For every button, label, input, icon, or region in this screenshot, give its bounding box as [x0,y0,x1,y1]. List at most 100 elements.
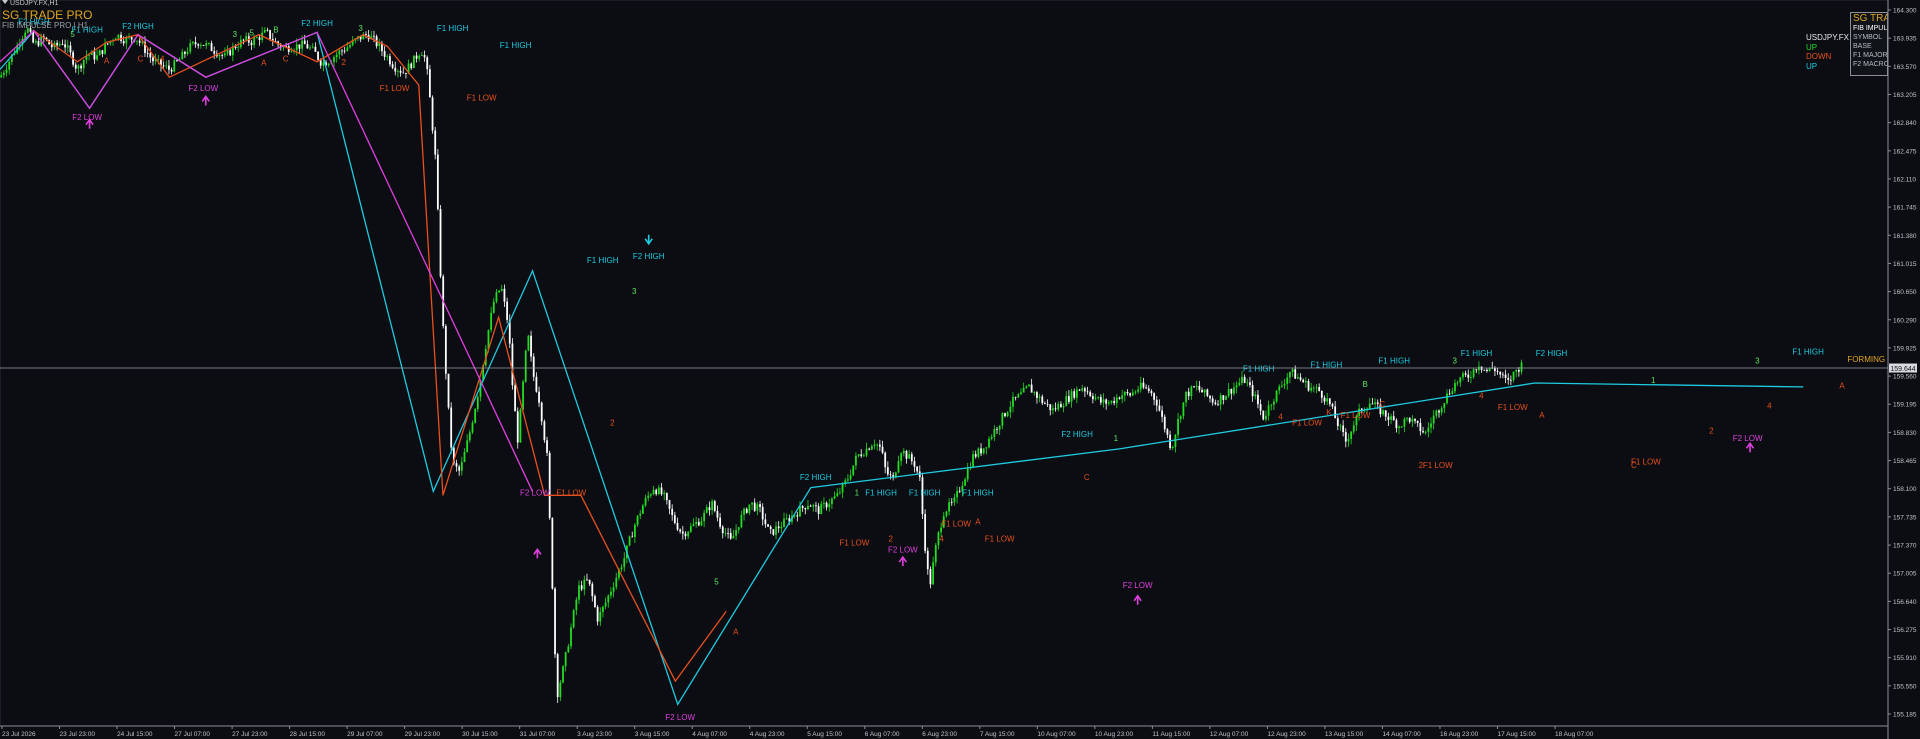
bull-candle [1022,387,1025,393]
bear-candle [1166,429,1169,435]
price-chart[interactable]: F2 HIGH F1 HIGH F2 HIGH F2 HIGH F1 HIGH F1 HI… [0,0,1920,739]
bear-candle [106,43,109,45]
bull-candle [1312,387,1315,389]
bear-candle [1507,377,1510,380]
time-tick-label: 28 Jul 15:00 [290,731,326,738]
bear-candle [1129,393,1132,396]
bull-candle [471,422,474,433]
indicator-subtitle: FIB IMPULSE PRO | H1 [2,21,89,30]
bull-candle [620,567,623,570]
bear-candle [1243,376,1246,383]
bull-candle [1123,392,1126,396]
bear-candle [1501,374,1504,376]
symbol-line[interactable]: USDJPY.FX,H1 [2,0,92,8]
bull-candle [852,465,855,476]
bull-candle [463,451,466,462]
bear-candle [1509,379,1512,381]
bull-candle [628,536,631,546]
bear-candle [1323,397,1326,402]
info-panel[interactable]: SG TRA FIB IMPULS SYMBOL BASE F1 MAJOR F… [1850,12,1888,76]
bear-candle [889,474,892,476]
wave-count-label: 5 [70,30,75,39]
time-tick-label: 4 Aug 23:00 [750,731,785,738]
bull-candle [397,70,399,72]
bull-candle [522,381,524,410]
collapse-triangle-icon[interactable] [2,0,8,4]
bear-candle [1318,387,1321,391]
bear-candle [729,533,732,539]
bull-candle [948,502,950,512]
bull-candle [495,292,498,302]
bull-candle [908,454,911,459]
bull-candle [1350,431,1353,439]
wave-count-label: C [283,55,289,64]
bull-candle [327,63,330,66]
bull-candle [836,492,839,497]
swing-label: F1 LOW [1341,411,1371,420]
bull-candle [1374,402,1376,405]
bear-candle [974,454,977,457]
bull-candle [602,606,604,613]
bear-candle [184,51,186,54]
plot-border [0,0,1889,727]
bear-candle [1259,404,1262,411]
bear-candle [32,31,35,43]
bull-candle [1456,382,1459,384]
bear-candle [1161,410,1163,417]
bull-candle [870,446,873,450]
bear-candle [958,490,961,492]
time-axis[interactable]: 23 Jul 2026 23 Jul 23:00 24 Jul 15:00 27 Ju… [1,726,1594,738]
bear-candle [439,209,442,277]
bull-candle [1131,392,1134,396]
bear-candle [886,467,889,475]
price-tick-label: 156.275 [1893,627,1917,634]
wave-count-label: 3 [1755,357,1760,366]
price-tick-label: 160.650 [1893,289,1917,296]
bull-candle [990,436,993,439]
bull-candle [932,562,935,585]
legend-row-label: UP [1806,42,1818,52]
bull-candle [125,37,128,44]
swing-label: FORMING [1847,355,1885,364]
bull-candle [833,496,836,499]
swing-label: F2 LOW [72,113,102,122]
bear-candle [269,30,272,40]
bull-candle [460,461,463,471]
bear-candle [668,500,671,509]
bear-candle [138,40,141,43]
wave-count-label: 4 [1479,392,1484,401]
bull-candle [333,57,335,63]
bull-candle [207,43,210,44]
bull-candle [1278,386,1281,391]
bull-candle [1515,370,1518,372]
bull-candle [1075,389,1078,398]
bull-candle [748,504,751,513]
price-axis[interactable]: 164.300 163.935 163.570 163.205 162.840 162.4… [1888,8,1917,719]
bull-candle [780,526,783,529]
bull-candle [311,46,314,48]
bear-candle [1307,380,1310,391]
bear-candle [1004,413,1006,417]
chart-window[interactable]: F2 HIGH F1 HIGH F2 HIGH F2 HIGH F1 HIGH F1 HI… [0,0,1920,739]
price-tick-label: 163.935 [1893,36,1917,43]
bear-candle [1467,374,1470,378]
bull-candle [820,503,823,515]
arrow-down-icon [644,234,653,246]
info-panel-row: FIB IMPULS [1853,25,1888,32]
wave-count-label: 4 [939,535,944,544]
wave-count-label: C [1379,400,1385,409]
bull-candle [1179,416,1182,420]
bull-candle [583,579,586,590]
time-tick-label: 6 Aug 23:00 [922,731,957,738]
bull-candle [186,51,189,54]
bull-candle [1190,386,1193,397]
bull-candle [1219,395,1222,405]
wave-count-label: 1 [1651,376,1656,385]
wave-count-label: C [137,55,143,64]
bull-candle [157,58,160,60]
bear-candle [37,40,40,46]
bull-candle [1121,395,1124,399]
time-tick-label: 3 Aug 15:00 [635,731,670,738]
bull-candle [322,62,325,66]
bear-candle [548,452,551,519]
